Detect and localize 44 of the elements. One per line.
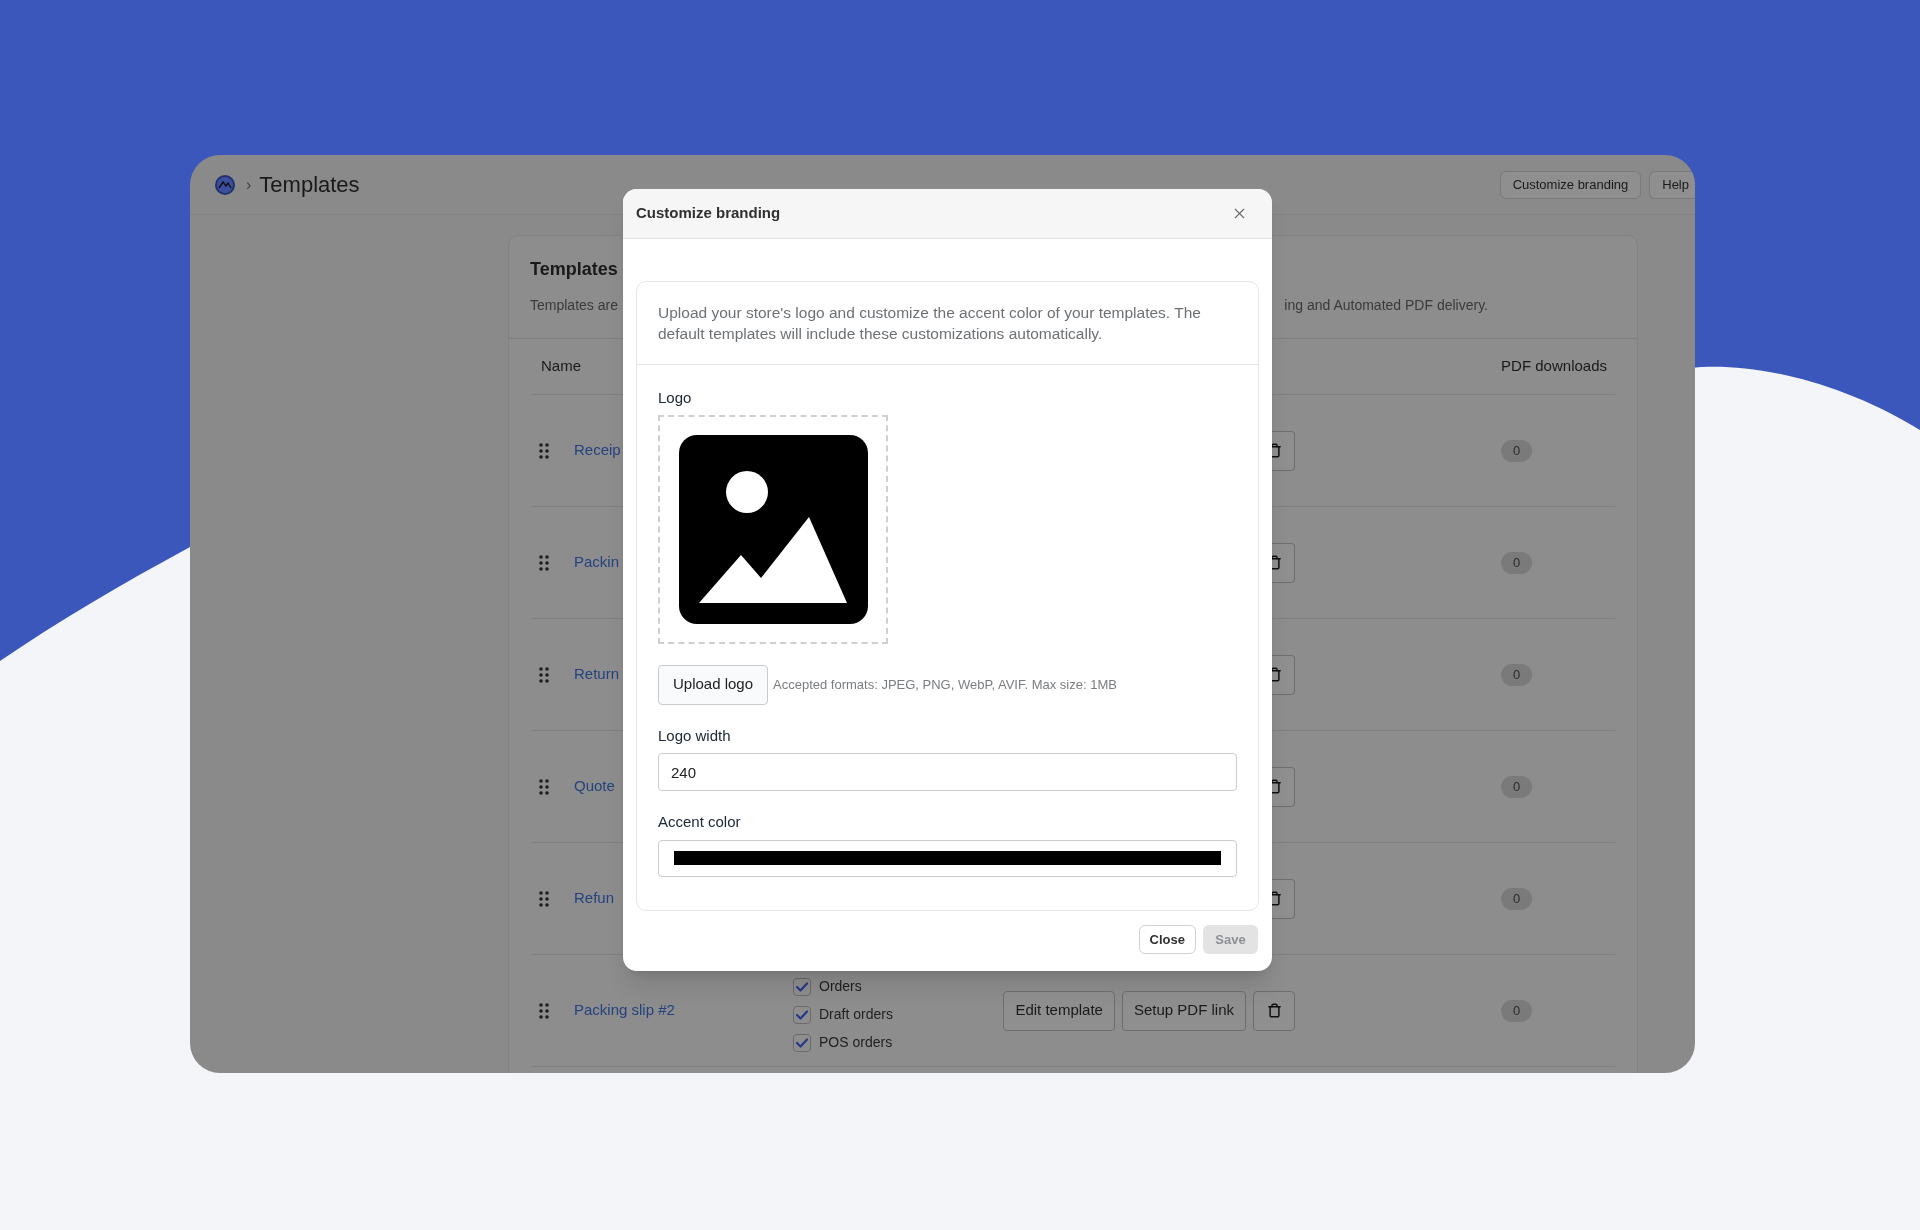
- channel-label: POS orders: [819, 1033, 893, 1052]
- field-label: Accent color: [658, 812, 742, 832]
- template-link[interactable]: Packing slip #2: [574, 999, 793, 1022]
- image-icon: [678, 434, 868, 624]
- logo-width-field[interactable]: 240: [658, 753, 1237, 791]
- download-count-badge: 0: [1501, 663, 1533, 686]
- download-count-badge: 0: [1501, 439, 1533, 462]
- field-label: Logo width: [658, 725, 732, 746]
- checkbox[interactable]: [793, 1033, 811, 1052]
- color-picker-field[interactable]: [658, 839, 1237, 877]
- trash-icon: [1266, 1003, 1282, 1018]
- page-title: Templates: [259, 171, 360, 199]
- field-label: Logo: [658, 388, 693, 408]
- download-count-badge: 0: [1501, 551, 1533, 574]
- checkbox[interactable]: [793, 1005, 811, 1024]
- header-button[interactable]: Help: [1649, 170, 1695, 199]
- channel-label: Draft orders: [819, 1005, 893, 1024]
- header-button[interactable]: Customize branding: [1499, 170, 1642, 199]
- download-count-badge: 0: [1501, 775, 1533, 798]
- download-count-badge: 0: [1501, 887, 1533, 910]
- chevron-icon: ›: [246, 172, 252, 197]
- channel-label: Orders: [819, 977, 862, 996]
- modal-title: Customize branding: [636, 203, 781, 224]
- checkbox[interactable]: [793, 977, 811, 996]
- column-header: PDF downloads: [1501, 356, 1607, 377]
- card-title: Templates: [530, 258, 619, 281]
- upload-logo-button[interactable]: Upload logo: [658, 664, 768, 705]
- drag-handle-icon[interactable]: [539, 778, 549, 795]
- modal-description: Upload your store's logo and customize the accent color of your templates. The default templates will include these customizations automatically.: [637, 282, 1258, 365]
- drag-handle-icon[interactable]: [539, 554, 549, 571]
- drag-handle-icon[interactable]: [539, 666, 549, 683]
- upload-hint: Accepted formats: JPEG, PNG, WebP, AVIF. Max size: 1MB: [773, 675, 1117, 694]
- drag-handle-icon[interactable]: [539, 442, 549, 459]
- card-description: ing and Automated PDF delivery.: [1284, 296, 1488, 315]
- store-logo-icon: [214, 173, 236, 196]
- logo-dropzone[interactable]: [658, 414, 888, 644]
- modal-footer-button[interactable]: Close: [1138, 925, 1196, 954]
- template-action-button[interactable]: Setup PDF link: [1121, 990, 1246, 1031]
- drag-handle-icon[interactable]: [539, 1002, 549, 1019]
- card-description: Templates are: [530, 296, 618, 315]
- column-header: Name: [541, 356, 581, 377]
- drag-handle-icon[interactable]: [539, 890, 549, 907]
- template-action-button[interactable]: Edit template: [1003, 990, 1115, 1031]
- download-count-badge: 0: [1501, 999, 1533, 1022]
